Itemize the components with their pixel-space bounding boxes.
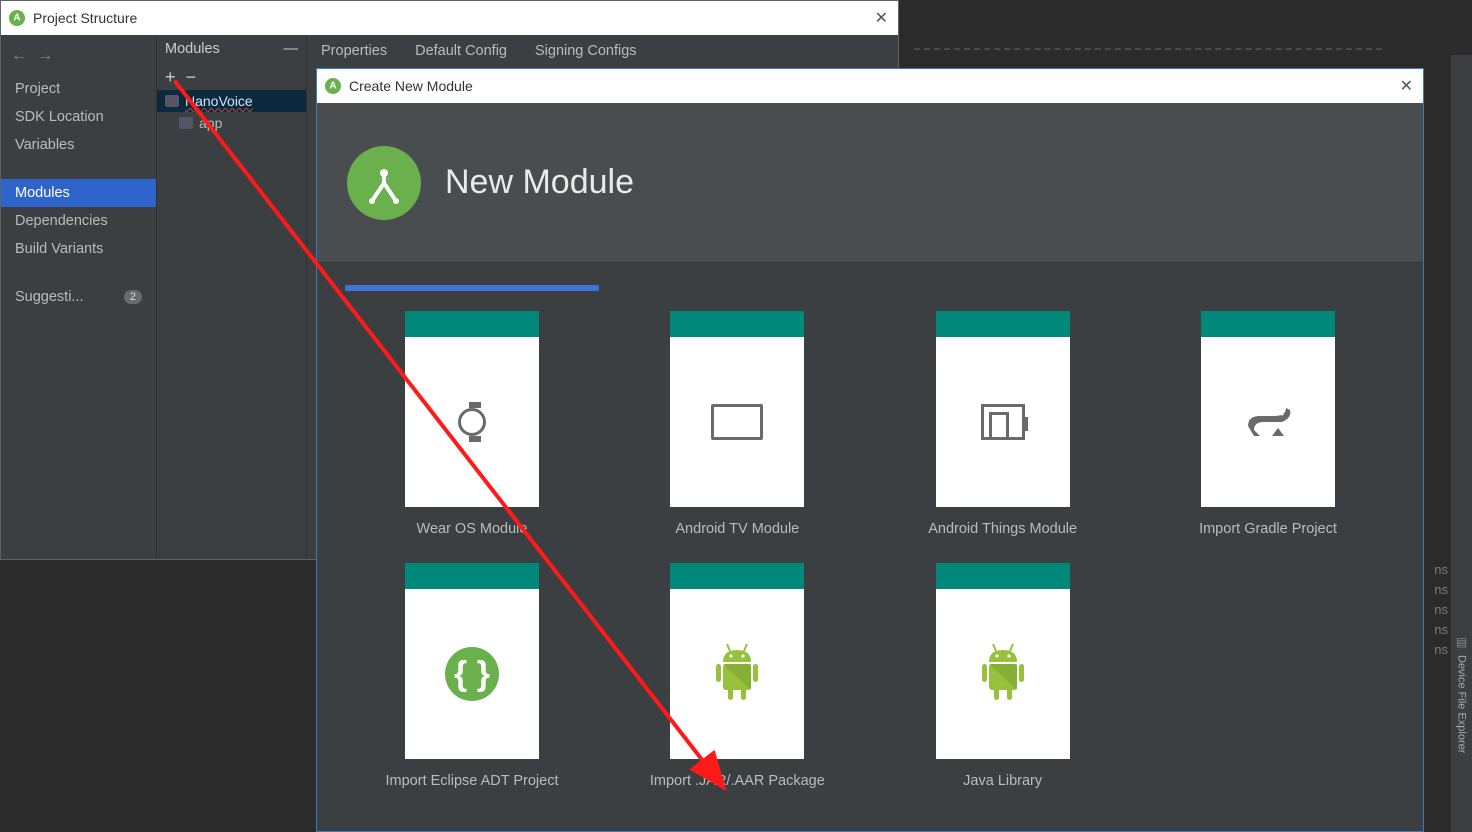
android-studio-logo <box>347 146 421 220</box>
template-import-eclipse-adt-project[interactable]: { } Import Eclipse ADT Project <box>345 563 599 789</box>
sidebar-item-label: Modules <box>15 185 70 201</box>
close-icon[interactable]: ✕ <box>875 8 888 28</box>
tab-default-config[interactable]: Default Config <box>415 43 507 59</box>
folder-icon <box>165 95 179 107</box>
card-header-bar <box>405 311 539 337</box>
template-label: Java Library <box>963 773 1042 789</box>
project-structure-sidebar: ← → Project SDK Location Variables Modules D… <box>1 35 157 559</box>
add-module-icon[interactable]: + <box>165 67 176 88</box>
card-header-bar <box>405 563 539 589</box>
template-import-gradle-project[interactable]: Import Gradle Project <box>1141 311 1395 537</box>
template-label: Wear OS Module <box>417 521 528 537</box>
template-wear-os-module[interactable]: Wear OS Module <box>345 311 599 537</box>
doc-icon: ▤ <box>1456 635 1467 649</box>
module-tree-item[interactable]: app <box>157 112 306 134</box>
template-card: { } <box>405 563 539 759</box>
new-module-window-title: Create New Module <box>349 78 473 94</box>
sidebar-item-label: Dependencies <box>15 213 108 229</box>
template-card <box>670 563 804 759</box>
card-header-bar <box>670 311 804 337</box>
sidebar-item-label: SDK Location <box>15 109 104 125</box>
back-icon[interactable]: ← <box>11 47 27 65</box>
drop-zone-indicator <box>914 48 1382 66</box>
badge: 2 <box>124 290 142 304</box>
card-header-bar <box>670 563 804 589</box>
sidebar-item-sdk-location[interactable]: SDK Location <box>1 103 156 131</box>
sidebar-item-label: Project <box>15 81 60 97</box>
selection-indicator <box>345 285 599 291</box>
folder-icon <box>179 117 193 129</box>
tab-signing-configs[interactable]: Signing Configs <box>535 43 637 59</box>
modules-header: Modules <box>165 41 220 57</box>
sidebar-item-label: Variables <box>15 137 74 153</box>
collapse-icon[interactable]: — <box>284 41 299 57</box>
template-label: Import Eclipse ADT Project <box>386 773 559 789</box>
template-card <box>936 311 1070 507</box>
template-label: Import Gradle Project <box>1199 521 1337 537</box>
right-tool-gutter[interactable]: ▤ Device File Explorer <box>1450 55 1472 832</box>
watch-icon <box>405 337 539 507</box>
sidebar-item-dependencies[interactable]: Dependencies <box>1 207 156 235</box>
sidebar-item-project[interactable]: Project <box>1 75 156 103</box>
template-label: Android Things Module <box>928 521 1077 537</box>
template-import-jar-aar-package[interactable]: Import .JAR/.AAR Package <box>610 563 864 789</box>
device-file-explorer-tab[interactable]: Device File Explorer <box>1456 655 1468 753</box>
close-icon[interactable]: ✕ <box>1400 76 1413 96</box>
sidebar-item-build-variants[interactable]: Build Variants <box>1 235 156 263</box>
template-card <box>936 563 1070 759</box>
template-label: Android TV Module <box>675 521 799 537</box>
ghost-text: nsnsnsnsns <box>1434 560 1448 660</box>
project-structure-titlebar: Project Structure ✕ <box>1 1 898 35</box>
modules-list-panel: Modules — + − NanoVoice app <box>157 35 307 559</box>
forward-icon[interactable]: → <box>37 47 53 65</box>
android-icon <box>936 589 1070 759</box>
template-label: Import .JAR/.AAR Package <box>650 773 825 789</box>
new-module-heading: New Module <box>445 163 634 202</box>
tv-icon <box>670 337 804 507</box>
template-card <box>1201 311 1335 507</box>
template-card <box>405 311 539 507</box>
card-header-bar <box>936 563 1070 589</box>
template-card <box>670 311 804 507</box>
remove-module-icon[interactable]: − <box>186 67 197 88</box>
brackets-icon: { } <box>405 589 539 759</box>
card-header-bar <box>936 311 1070 337</box>
android-studio-icon <box>325 78 341 94</box>
create-new-module-dialog: Create New Module ✕ New Module Wear OS M… <box>316 68 1424 832</box>
tree-item-label: NanoVoice <box>185 93 253 109</box>
module-tree-item[interactable]: NanoVoice <box>157 90 306 112</box>
android-studio-icon <box>9 10 25 26</box>
sidebar-item-label: Build Variants <box>15 241 103 257</box>
template-android-tv-module[interactable]: Android TV Module <box>610 311 864 537</box>
sidebar-item-variables[interactable]: Variables <box>1 131 156 159</box>
template-gallery: Wear OS Module Android TV Module Android T… <box>317 263 1423 831</box>
sidebar-item-suggesti-[interactable]: Suggesti... 2 <box>1 283 156 311</box>
things-icon <box>936 337 1070 507</box>
android-icon <box>670 589 804 759</box>
nav-arrows: ← → <box>1 41 156 75</box>
tree-item-label: app <box>199 115 222 131</box>
template-android-things-module[interactable]: Android Things Module <box>876 311 1130 537</box>
card-header-bar <box>1201 311 1335 337</box>
sidebar-item-label: Suggesti... <box>15 289 84 305</box>
gradle-icon <box>1201 337 1335 507</box>
tab-properties[interactable]: Properties <box>321 43 387 59</box>
new-module-hero: New Module <box>317 103 1423 263</box>
template-java-library[interactable]: Java Library <box>876 563 1130 789</box>
new-module-titlebar: Create New Module ✕ <box>317 69 1423 103</box>
sidebar-item-modules[interactable]: Modules <box>1 179 156 207</box>
project-structure-title: Project Structure <box>33 10 137 26</box>
